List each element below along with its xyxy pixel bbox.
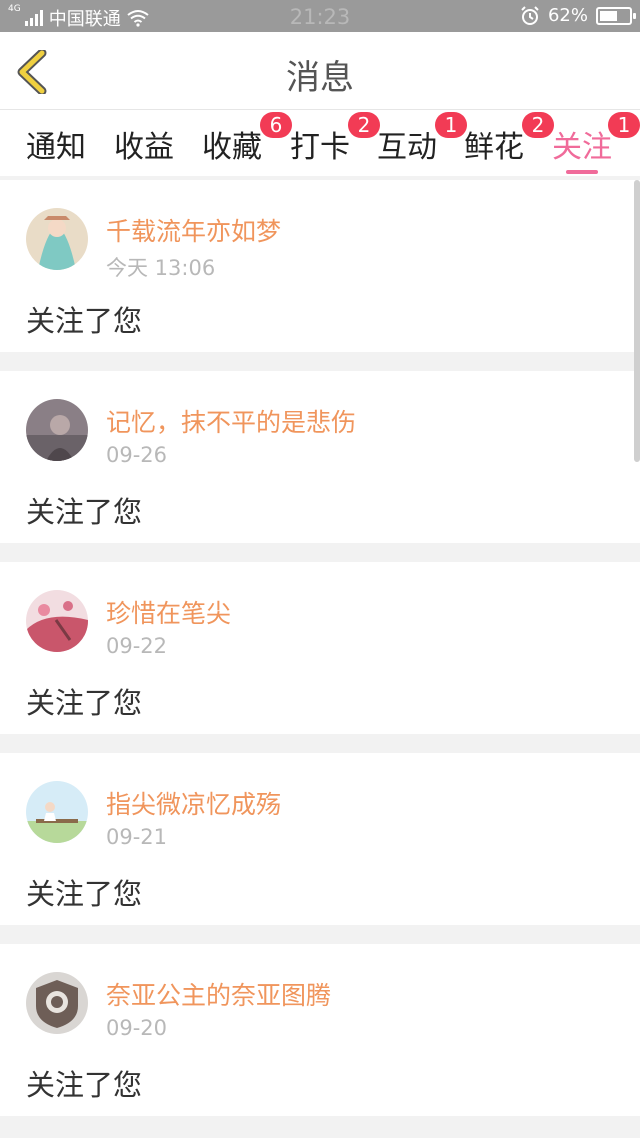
- user-name[interactable]: 千载流年亦如梦: [106, 212, 281, 248]
- timestamp: 09-22: [106, 634, 168, 658]
- tab-badge: 2: [348, 112, 380, 138]
- tab-label: 鲜花: [464, 130, 524, 165]
- user-name[interactable]: 奈亚公主的奈亚图腾: [106, 976, 331, 1012]
- user-name[interactable]: 记忆，抹不平的是悲伤: [106, 403, 356, 439]
- active-tab-indicator: [566, 170, 598, 174]
- tab-earnings[interactable]: 收益: [114, 122, 174, 176]
- tab-follow[interactable]: 关注 1: [552, 112, 640, 176]
- tab-notice[interactable]: 通知: [26, 122, 86, 176]
- avatar[interactable]: [26, 590, 88, 652]
- message-text: 关注了您: [26, 877, 143, 911]
- list-item[interactable]: 珍惜在笔尖 09-22 关注了您: [0, 562, 640, 734]
- battery-icon: [596, 6, 636, 25]
- tab-label: 收益: [114, 130, 174, 165]
- avatar[interactable]: [26, 208, 88, 270]
- tab-badge: 1: [435, 112, 467, 138]
- user-name[interactable]: 指尖微凉忆成殇: [106, 785, 281, 821]
- status-right: 62%: [520, 5, 636, 26]
- alarm-icon: [521, 5, 539, 25]
- status-bar: 4G 中国联通 21:23 62%: [0, 0, 640, 32]
- message-text: 关注了您: [26, 686, 143, 720]
- list-item[interactable]: 奈亚公主的奈亚图腾 09-20 关注了您: [0, 944, 640, 1116]
- avatar[interactable]: [26, 972, 88, 1034]
- tab-flowers[interactable]: 鲜花 2: [464, 112, 554, 176]
- tab-label: 关注: [552, 130, 612, 165]
- list-item[interactable]: 千载流年亦如梦 今天 13:06 关注了您: [0, 180, 640, 352]
- list-item[interactable]: 记忆，抹不平的是悲伤 09-26 关注了您: [0, 371, 640, 543]
- avatar[interactable]: [26, 399, 88, 461]
- nav-bar: 消息: [0, 32, 640, 110]
- tab-favorites[interactable]: 收藏 6: [202, 112, 292, 176]
- battery-percent: 62%: [547, 5, 588, 26]
- tab-badge: 6: [260, 112, 292, 138]
- tab-label: 互动: [377, 130, 437, 165]
- list-item[interactable]: 指尖微凉忆成殇 09-21 关注了您: [0, 753, 640, 925]
- timestamp: 09-21: [106, 825, 168, 849]
- page-title: 消息: [286, 58, 354, 98]
- tab-label: 通知: [26, 130, 86, 165]
- message-text: 关注了您: [26, 304, 143, 338]
- scrollbar[interactable]: [634, 180, 640, 462]
- tab-label: 打卡: [290, 130, 350, 165]
- tab-label: 收藏: [202, 130, 262, 165]
- message-text: 关注了您: [26, 495, 143, 529]
- timestamp: 09-20: [106, 1016, 168, 1040]
- tab-badge: 1: [608, 112, 640, 138]
- user-name[interactable]: 珍惜在笔尖: [106, 594, 231, 630]
- tab-interaction[interactable]: 互动 1: [377, 112, 467, 176]
- message-tabs: 通知 收益 收藏 6 打卡 2 互动 1 鲜花 2 关注 1: [0, 110, 640, 176]
- tab-badge: 2: [522, 112, 554, 138]
- timestamp: 09-26: [106, 443, 168, 467]
- message-text: 关注了您: [26, 1068, 143, 1102]
- tab-checkin[interactable]: 打卡 2: [290, 112, 380, 176]
- avatar[interactable]: [26, 781, 88, 843]
- timestamp: 今天 13:06: [106, 256, 216, 280]
